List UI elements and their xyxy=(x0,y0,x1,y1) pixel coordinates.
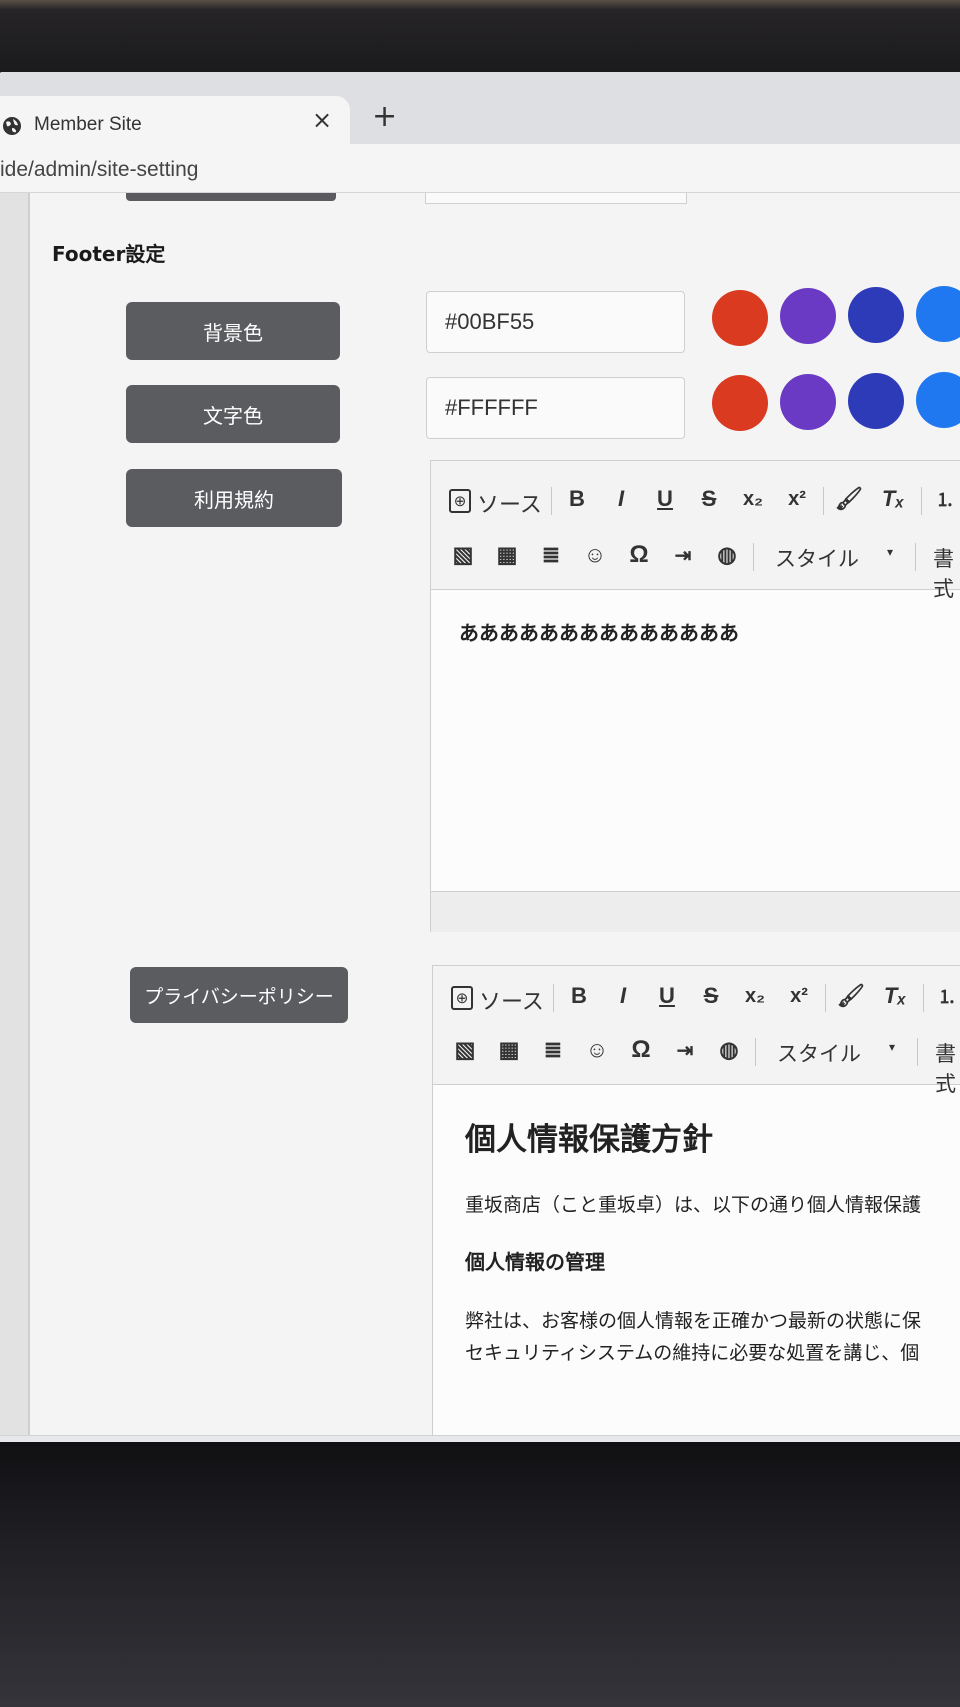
toolbar-separator xyxy=(755,1038,756,1066)
remove-format-button[interactable]: Tₓ xyxy=(881,982,909,1010)
source-button[interactable]: ソース xyxy=(477,487,542,519)
privacy-policy-label: プライバシーポリシー xyxy=(130,967,348,1023)
editor-toolbar: ⊕ ソース B I U S x₂ x² 🖌 Tₓ ⒈ ▧ ▦ ≣ ☺ Ω ⇥ ◍… xyxy=(433,966,960,1096)
text-color-input[interactable]: #FFFFFF xyxy=(426,377,685,439)
color-swatch-indigo[interactable] xyxy=(848,373,904,429)
color-swatch-red[interactable] xyxy=(712,375,768,431)
bold-button[interactable]: B xyxy=(563,485,591,513)
subscript-button[interactable]: x₂ xyxy=(741,982,769,1010)
image-icon[interactable]: ▧ xyxy=(449,541,477,569)
remove-format-button[interactable]: Tₓ xyxy=(879,485,907,513)
numbered-list-icon[interactable]: ⒈ xyxy=(931,485,959,513)
background-color-input[interactable]: #00BF55 xyxy=(426,291,685,353)
chevron-down-icon[interactable]: ▾ xyxy=(889,1040,895,1054)
image-icon[interactable]: ▧ xyxy=(451,1036,479,1064)
source-icon: ⊕ xyxy=(449,489,471,513)
toolbar-separator xyxy=(553,984,554,1012)
chevron-down-icon[interactable]: ▾ xyxy=(887,545,893,559)
globe-icon xyxy=(3,117,21,135)
color-swatch-purple[interactable] xyxy=(780,374,836,430)
bold-button[interactable]: B xyxy=(565,982,593,1010)
iframe-globe-icon[interactable]: ◍ xyxy=(713,541,741,569)
smiley-icon[interactable]: ☺ xyxy=(581,541,609,569)
table-icon[interactable]: ▦ xyxy=(495,1036,523,1064)
table-icon[interactable]: ▦ xyxy=(493,541,521,569)
horizontal-line-icon[interactable]: ≣ xyxy=(537,541,565,569)
subscript-button[interactable]: x₂ xyxy=(739,485,767,513)
tab-close-icon[interactable]: × xyxy=(312,106,332,134)
toolbar-separator xyxy=(915,543,916,571)
copy-format-icon[interactable]: 🖌 xyxy=(837,982,865,1010)
url-text[interactable]: ide/admin/site-setting xyxy=(0,158,198,182)
style-dropdown[interactable]: スタイル xyxy=(775,543,859,573)
text-color-label: 文字色 xyxy=(126,385,340,443)
strikethrough-button[interactable]: S xyxy=(697,982,725,1010)
format-dropdown[interactable]: 書式 xyxy=(935,1038,960,1098)
monitor-bottom-bezel xyxy=(0,1442,960,1707)
toolbar-separator xyxy=(823,487,824,515)
copy-format-icon[interactable]: 🖌 xyxy=(835,485,863,513)
page-break-icon[interactable]: ⇥ xyxy=(671,1036,699,1064)
special-char-icon[interactable]: Ω xyxy=(627,1036,655,1064)
horizontal-line-icon[interactable]: ≣ xyxy=(539,1036,567,1064)
editor-statusbar xyxy=(431,891,960,932)
left-sidebar-edge xyxy=(0,193,30,1435)
privacy-editor: ⊕ ソース B I U S x₂ x² 🖌 Tₓ ⒈ ▧ ▦ ≣ ☺ Ω ⇥ ◍… xyxy=(432,965,960,1447)
terms-content[interactable]: ああああああああああああああ xyxy=(459,617,739,646)
section-heading: Footer設定 xyxy=(52,242,166,266)
toolbar-separator xyxy=(923,984,924,1012)
toolbar-separator xyxy=(825,984,826,1012)
editor-toolbar: ⊕ ソース B I U S x₂ x² 🖌 Tₓ ⒈ ▧ ▦ ≣ ☺ Ω ⇥ ◍… xyxy=(431,461,960,601)
terms-editor: ⊕ ソース B I U S x₂ x² 🖌 Tₓ ⒈ ▧ ▦ ≣ ☺ Ω ⇥ ◍… xyxy=(430,460,960,932)
toolbar-separator xyxy=(917,1038,918,1066)
numbered-list-icon[interactable]: ⒈ xyxy=(933,982,960,1010)
superscript-button[interactable]: x² xyxy=(783,485,811,513)
privacy-intro[interactable]: 重坂商店（こと重坂卓）は、以下の通り個人情報保護 xyxy=(465,1190,921,1217)
color-swatch-red[interactable] xyxy=(712,290,768,346)
privacy-section-heading[interactable]: 個人情報の管理 xyxy=(465,1246,605,1275)
toolbar-separator xyxy=(551,487,552,515)
background-color-label: 背景色 xyxy=(126,302,340,360)
format-dropdown[interactable]: 書式 xyxy=(933,543,960,603)
underline-button[interactable]: U xyxy=(651,485,679,513)
page-break-icon[interactable]: ⇥ xyxy=(669,541,697,569)
previous-label-button xyxy=(126,193,336,201)
previous-input xyxy=(425,193,687,204)
tab-title: Member Site xyxy=(34,114,142,135)
iframe-globe-icon[interactable]: ◍ xyxy=(715,1036,743,1064)
toolbar-separator xyxy=(753,543,754,571)
smiley-icon[interactable]: ☺ xyxy=(583,1036,611,1064)
color-swatch-purple[interactable] xyxy=(780,288,836,344)
strikethrough-button[interactable]: S xyxy=(695,485,723,513)
source-button[interactable]: ソース xyxy=(479,984,544,1016)
italic-button[interactable]: I xyxy=(609,982,637,1010)
superscript-button[interactable]: x² xyxy=(785,982,813,1010)
source-icon: ⊕ xyxy=(451,986,473,1010)
color-swatch-indigo[interactable] xyxy=(848,287,904,343)
new-tab-icon[interactable]: + xyxy=(372,102,397,132)
privacy-paragraph-line[interactable]: セキュリティシステムの維持に必要な処置を講じ、個 xyxy=(465,1338,919,1365)
italic-button[interactable]: I xyxy=(607,485,635,513)
terms-label: 利用規約 xyxy=(126,469,342,527)
underline-button[interactable]: U xyxy=(653,982,681,1010)
privacy-paragraph-line[interactable]: 弊社は、お客様の個人情報を正確かつ最新の状態に保 xyxy=(465,1306,921,1333)
screen: Member Site × + ide/admin/site-setting F… xyxy=(0,72,960,1447)
style-dropdown[interactable]: スタイル xyxy=(777,1038,861,1068)
special-char-icon[interactable]: Ω xyxy=(625,541,653,569)
privacy-title[interactable]: 個人情報保護方針 xyxy=(465,1114,713,1159)
toolbar-separator xyxy=(921,487,922,515)
